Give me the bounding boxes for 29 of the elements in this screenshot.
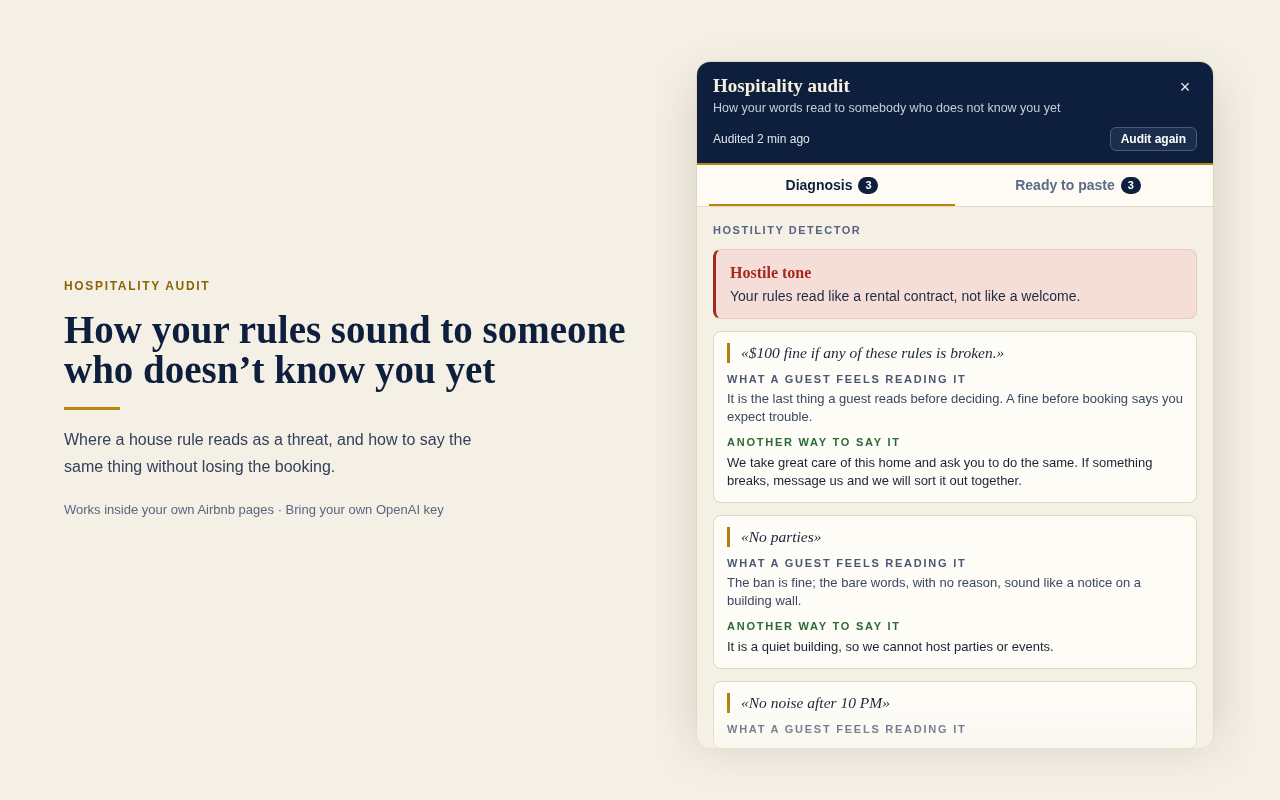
rule-quote: «$100 fine if any of these rules is broken.» [727, 343, 1183, 363]
footnote-text: Works inside your own Airbnb pages · Bring your own OpenAI key [64, 501, 445, 519]
panel-title: Hospitality audit [713, 74, 850, 98]
section-label: HOSTILITY DETECTOR [713, 223, 863, 237]
feeling-text: It is the last thing a guest reads before deciding. A fine before booking says you expect trouble. [727, 390, 1183, 426]
feeling-label: WHAT A GUEST FEELS READING IT [727, 556, 968, 570]
audit-status: Audited 2 min ago [713, 131, 810, 147]
eyebrow-label: HOSPITALITY AUDIT [64, 278, 212, 294]
audit-again-button[interactable]: Audit again [1109, 127, 1197, 151]
rewrite-label: ANOTHER WAY TO SAY IT [727, 435, 902, 449]
alert-title: Hostile tone [730, 263, 813, 283]
lead-paragraph: Where a house rule reads as a threat, and how to say the same thing without losing the booking. [64, 430, 473, 477]
rewrite-text: We take great care of this home and ask you to do the same. If something breaks, message us and we will sort it out together. [727, 454, 1154, 490]
feeling-text: The ban is fine; the bare words, with no reason, sound like a notice on a building wall. [727, 574, 1143, 610]
accent-rule [64, 407, 120, 410]
tab[interactable]: Ready to paste 3 [955, 165, 1201, 206]
count-badge: 3 [858, 177, 879, 194]
panel-subtitle: How your words read to somebody who does not know you yet [713, 100, 1062, 116]
rewrite-label: ANOTHER WAY TO SAY IT [727, 619, 902, 633]
alert-message: Your rules read like a rental contract, not like a welcome. [730, 287, 1082, 306]
page-heading: How your rules sound to someone who doesn’t know you yet [64, 310, 627, 390]
rule-quote: «No parties» [727, 527, 1183, 547]
rewrite-text: It is a quiet building, so we cannot host parties or events. [727, 638, 1055, 656]
tab[interactable]: Diagnosis 3 [709, 165, 955, 206]
count-badge: 3 [1120, 177, 1141, 194]
close-button[interactable]: × [1173, 75, 1197, 99]
feeling-label: WHAT A GUEST FEELS READING IT [727, 372, 968, 386]
rule-quote: «No noise after 10 PM» [727, 693, 1183, 713]
feeling-label: WHAT A GUEST FEELS READING IT [727, 722, 968, 736]
